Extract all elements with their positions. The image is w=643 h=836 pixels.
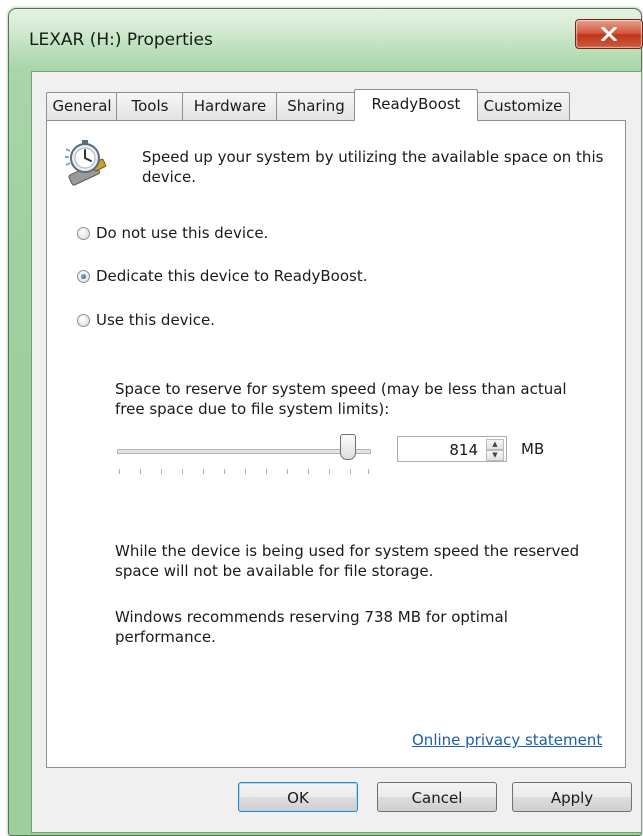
spin-buttons: ▲ ▼	[486, 439, 504, 461]
close-icon	[601, 27, 617, 41]
slider-tick	[308, 469, 309, 474]
dialog-client-area: General Tools Hardware Sharing ReadyBoos…	[31, 71, 642, 833]
tab-general[interactable]: General	[46, 92, 118, 120]
spin-up-button[interactable]: ▲	[486, 439, 504, 450]
slider-tick	[350, 469, 351, 474]
reserve-slider-thumb[interactable]	[340, 434, 357, 460]
apply-button[interactable]: Apply	[512, 782, 632, 812]
reserve-space-label: Space to reserve for system speed (may b…	[115, 380, 567, 418]
ok-button[interactable]: OK	[238, 782, 358, 812]
slider-tick	[245, 469, 246, 474]
window-title: LEXAR (H:) Properties	[29, 30, 213, 50]
slider-tick	[140, 469, 141, 474]
reserve-size-value[interactable]: 814	[449, 441, 478, 459]
slider-ticks	[119, 469, 369, 475]
cancel-button[interactable]: Cancel	[377, 782, 497, 812]
close-button[interactable]	[575, 19, 643, 49]
storage-note-text: While the device is being used for syste…	[115, 542, 580, 580]
tab-hardware[interactable]: Hardware	[182, 92, 278, 120]
radio-do-not-use[interactable]	[77, 226, 90, 240]
slider-tick	[203, 469, 204, 474]
option-label: Do not use this device.	[96, 224, 269, 242]
slider-tick	[329, 469, 330, 474]
reserve-size-spinbox[interactable]: 814 ▲ ▼	[397, 436, 507, 462]
reserve-size-unit: MB	[521, 440, 545, 458]
option-label: Dedicate this device to ReadyBoost.	[96, 267, 368, 285]
slider-tick	[224, 469, 225, 474]
spin-down-button[interactable]: ▼	[486, 450, 504, 461]
option-dedicate[interactable]: Dedicate this device to ReadyBoost.	[77, 267, 367, 285]
slider-tick	[287, 469, 288, 474]
readyboost-intro-text: Speed up your system by utilizing the av…	[142, 148, 604, 186]
slider-tick	[266, 469, 267, 474]
tab-customize[interactable]: Customize	[476, 92, 570, 120]
slider-tick	[161, 469, 162, 474]
readyboost-panel: Speed up your system by utilizing the av…	[46, 120, 626, 768]
radio-dedicate[interactable]	[77, 269, 90, 283]
option-do-not-use[interactable]: Do not use this device.	[77, 224, 268, 242]
slider-tick	[119, 469, 120, 474]
option-use-device[interactable]: Use this device.	[77, 311, 215, 329]
slider-tick	[182, 469, 183, 474]
recommendation-text: Windows recommends reserving 738 MB for …	[115, 608, 508, 646]
reserve-slider-track[interactable]	[117, 449, 371, 454]
tab-tools[interactable]: Tools	[116, 92, 184, 120]
slider-tick	[368, 469, 369, 474]
option-label: Use this device.	[96, 311, 215, 329]
online-privacy-link[interactable]: Online privacy statement	[412, 731, 602, 749]
readyboost-icon	[65, 140, 107, 186]
tab-readyboost[interactable]: ReadyBoost	[354, 89, 478, 121]
tab-sharing[interactable]: Sharing	[276, 92, 356, 120]
properties-window: LEXAR (H:) Properties General Tools Hard…	[8, 8, 643, 836]
radio-use-device[interactable]	[77, 313, 90, 327]
